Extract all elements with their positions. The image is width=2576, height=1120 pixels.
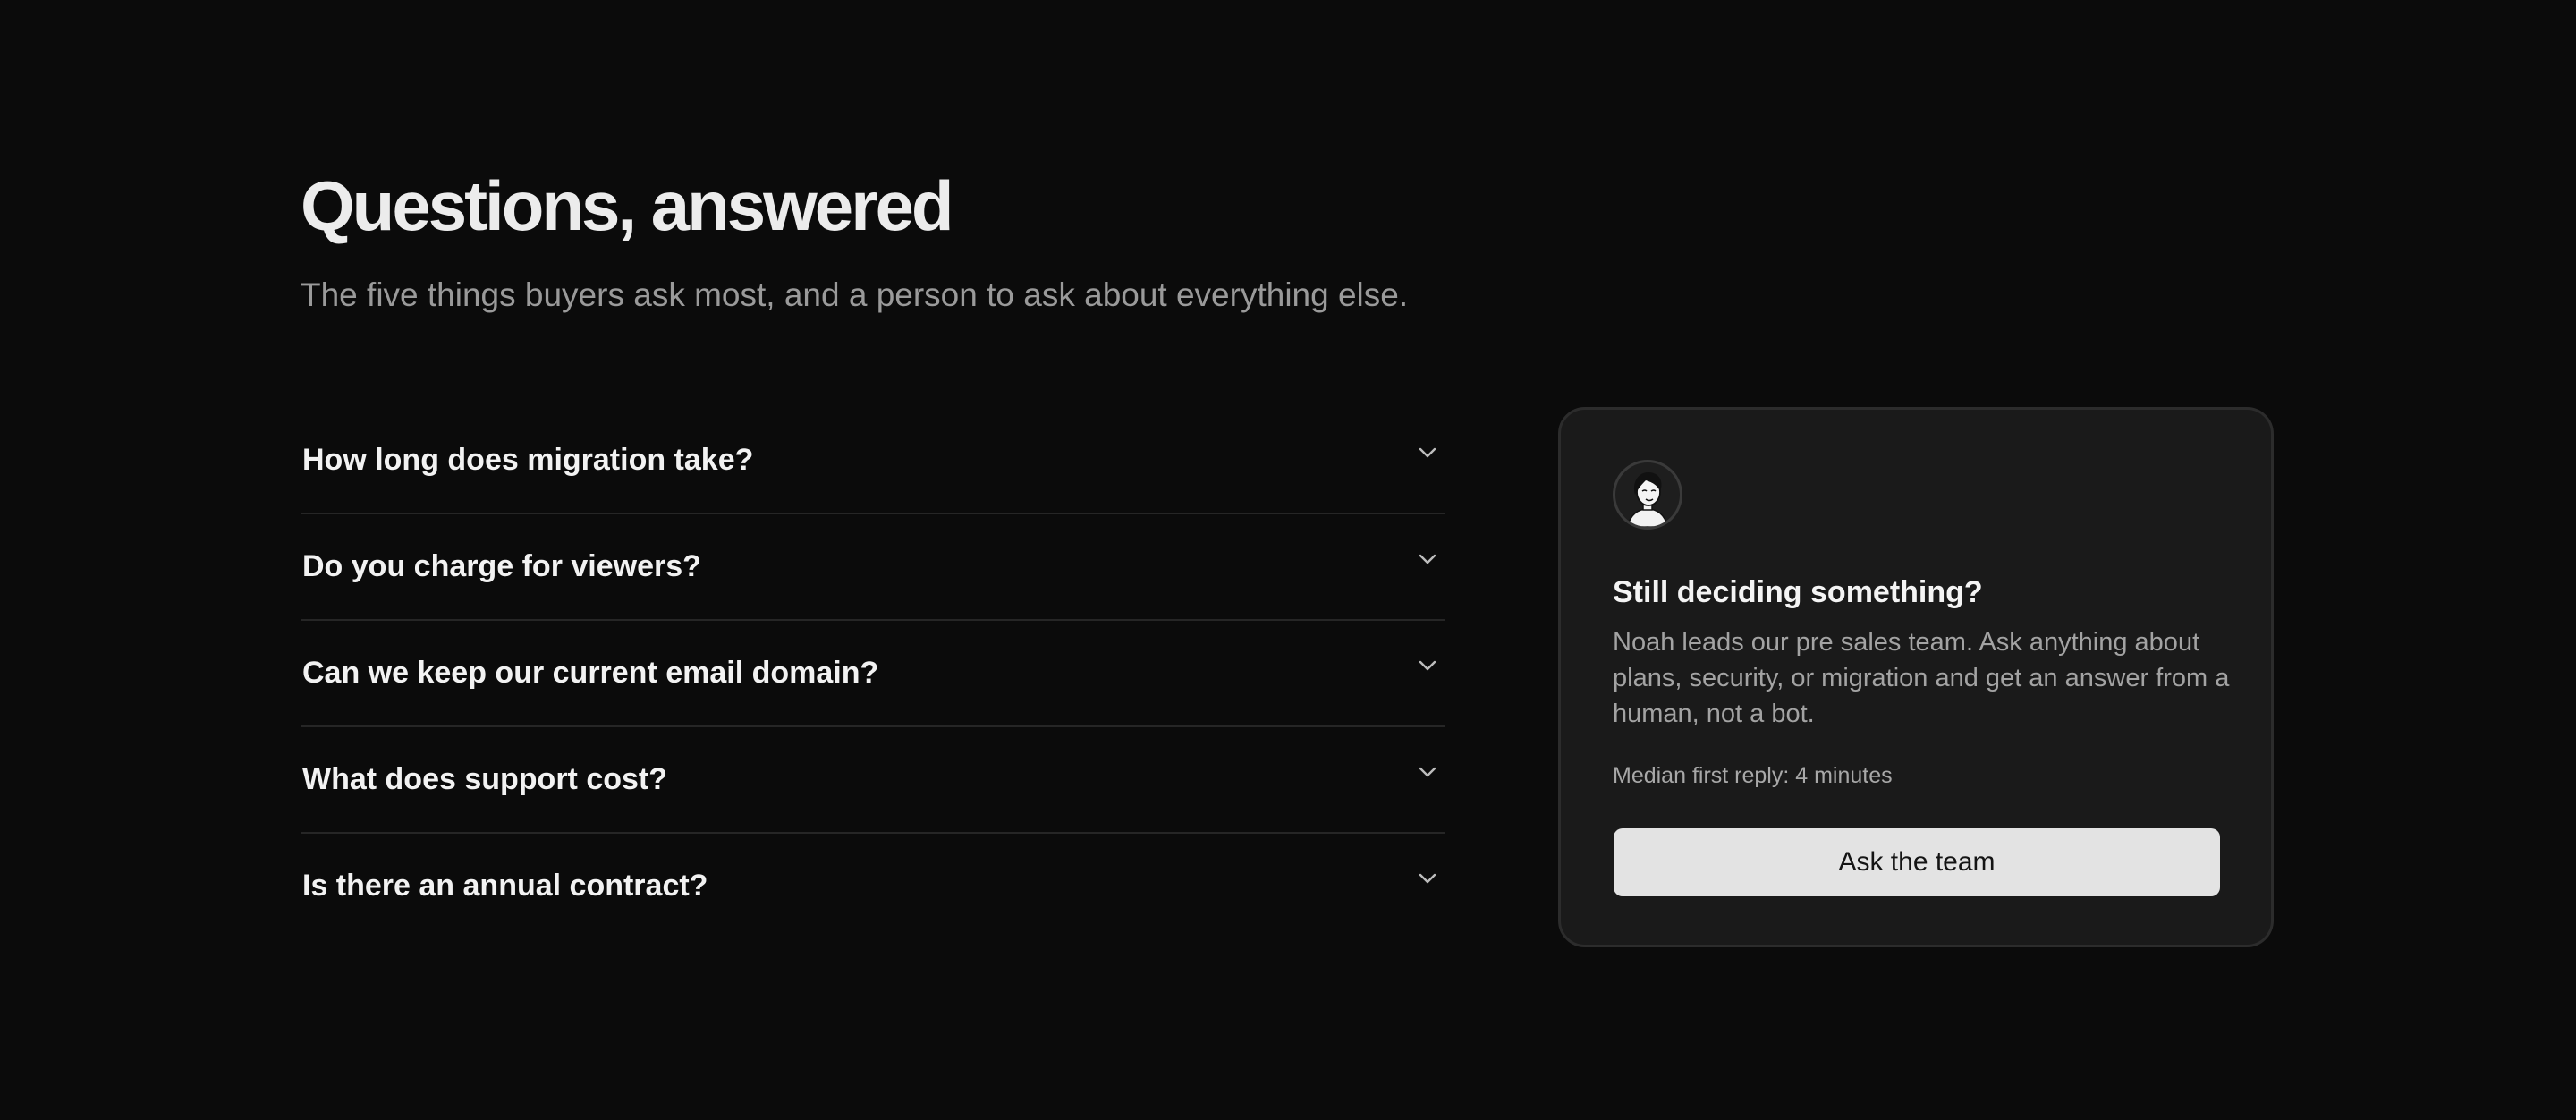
page-title: Questions, answered [301,166,954,245]
faq-item-viewers[interactable]: Do you charge for viewers? [301,514,1445,621]
faq-item-support-cost[interactable]: What does support cost? [301,727,1445,834]
faq-question: Can we keep our current email domain? [302,656,879,690]
faq-question: Is there an annual contract? [302,869,708,903]
contact-card: Still deciding something? Noah leads our… [1558,407,2274,947]
person-avatar-icon [1615,462,1680,527]
faq-item-email-domain[interactable]: Can we keep our current email domain? [301,621,1445,727]
faq-question: What does support cost? [302,762,667,796]
chevron-down-icon[interactable] [1415,547,1440,572]
chevron-down-icon[interactable] [1415,866,1440,891]
chevron-down-icon[interactable] [1415,759,1440,785]
faq-question: Do you charge for viewers? [302,549,701,583]
ask-the-team-button[interactable]: Ask the team [1614,828,2220,896]
faq-question: How long does migration take? [302,443,754,477]
card-description: Noah leads our pre sales team. Ask anyth… [1613,628,2230,728]
faq-item-migration[interactable]: How long does migration take? [301,408,1445,514]
card-title: Still deciding something? [1613,575,1983,609]
chevron-down-icon[interactable] [1415,440,1440,465]
reply-time-note: Median first reply: 4 minutes [1613,763,1893,788]
faq-item-annual-contract[interactable]: Is there an annual contract? [301,834,1445,938]
avatar [1613,460,1682,530]
faq-list: How long does migration take? Do you cha… [301,408,1445,938]
chevron-down-icon[interactable] [1415,653,1440,678]
page-subtitle: The five things buyers ask most, and a p… [301,276,1409,313]
faq-page: Questions, answered The five things buye… [0,0,2576,1120]
